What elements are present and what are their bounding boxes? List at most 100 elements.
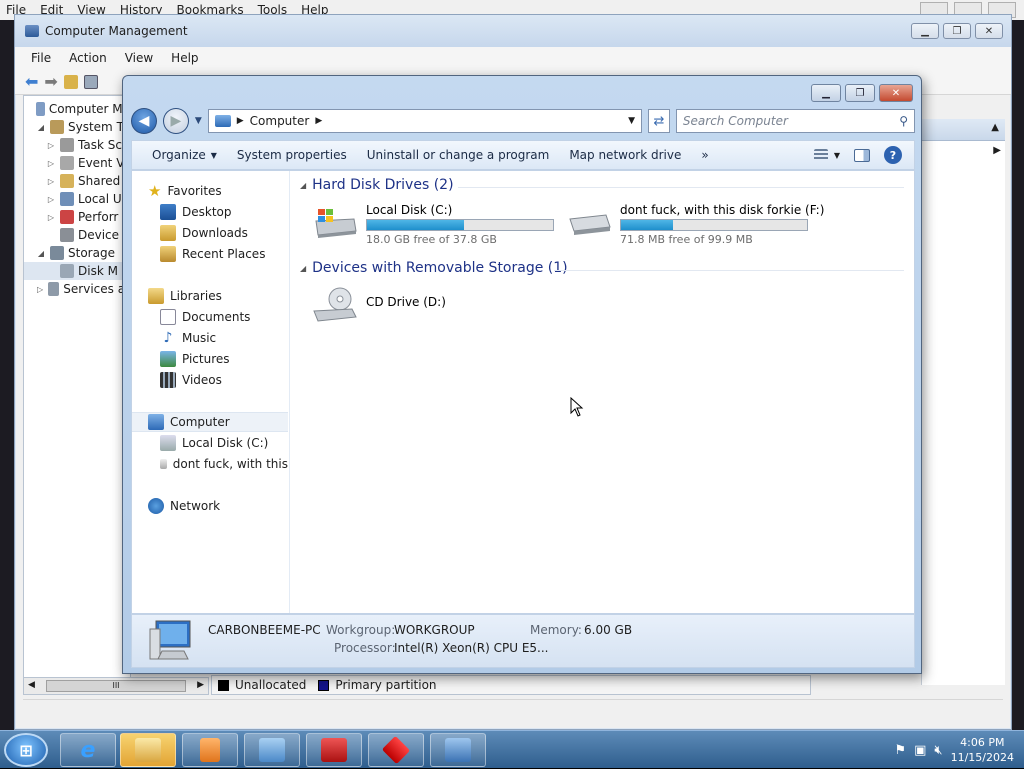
collapse-group-icon-2[interactable]: ◢ [300, 264, 306, 273]
tree-item[interactable]: ▷ Services ar [24, 280, 130, 298]
tree-expander-icon[interactable]: ◢ [36, 249, 46, 258]
collapse-up-icon[interactable]: ▲ [991, 122, 999, 133]
address-dropdown-icon[interactable]: ▼ [628, 116, 635, 126]
tree-item[interactable]: ▷ Shared [24, 172, 130, 190]
cm-menu-view[interactable]: View [125, 51, 153, 65]
volume-muted-icon[interactable]: 🔇︎ [934, 743, 942, 758]
forward-button[interactable]: ▶ [162, 108, 189, 134]
start-button[interactable]: ⊞ [4, 733, 48, 767]
tree-expander-icon[interactable]: ▷ [36, 285, 44, 294]
tree-expander-icon[interactable]: ▷ [46, 159, 56, 168]
cm-title: Computer Management [45, 24, 188, 38]
tree-expander-icon[interactable]: ▷ [46, 195, 56, 204]
uninstall-program-button[interactable]: Uninstall or change a program [357, 141, 560, 169]
cm-close-button[interactable]: ✕ [975, 23, 1003, 39]
drive-item-d[interactable]: CD Drive (D:) [312, 287, 446, 323]
search-icon[interactable]: ⚲ [899, 114, 908, 128]
nav-local-disk-c[interactable]: Local Disk (C:) [132, 433, 288, 453]
taskbar-control-panel[interactable] [244, 733, 300, 767]
tree-item[interactable]: ▷ Local U [24, 190, 130, 208]
address-bar[interactable]: ▶ Computer ▶ ▼ [207, 109, 642, 133]
scroll-left-icon[interactable]: ◀ [28, 680, 35, 690]
search-input[interactable]: Search Computer [683, 114, 788, 128]
breadcrumb-separator-icon-2[interactable]: ▶ [315, 116, 322, 126]
back-arrow-icon[interactable]: ⬅ [25, 72, 38, 91]
drive-item-f[interactable]: dont fuck, with this disk forkie (F:) 71… [566, 203, 824, 246]
taskbar-media-player[interactable] [182, 733, 238, 767]
scroll-thumb[interactable]: III [46, 680, 186, 692]
organize-button[interactable]: Organize ▼ [142, 141, 227, 169]
action-center-flag-icon[interactable]: ⚑ [894, 743, 906, 758]
tree-item[interactable]: Computer Ma [24, 100, 130, 118]
more-commands-button[interactable]: » [691, 141, 718, 169]
drive-item-c[interactable]: Local Disk (C:) 18.0 GB free of 37.8 GB [312, 203, 554, 246]
explorer-close-button[interactable]: ✕ [879, 84, 913, 102]
cm-titlebar[interactable]: Computer Management ▁ ❐ ✕ [15, 15, 1011, 47]
preview-pane-icon[interactable] [854, 148, 870, 162]
taskbar-toolbox[interactable] [306, 733, 362, 767]
cm-tree-hscrollbar[interactable]: ◀ III ▶ [23, 677, 209, 695]
cm-maximize-button[interactable]: ❐ [943, 23, 971, 39]
nav-recent-places[interactable]: Recent Places [132, 244, 288, 264]
cm-actions-header[interactable]: ▲ [921, 119, 1005, 141]
nav-libraries[interactable]: Libraries [132, 286, 288, 306]
tree-item[interactable]: ▷ Event V [24, 154, 130, 172]
tree-node-icon [60, 192, 74, 206]
scroll-right-icon[interactable]: ▶ [197, 680, 204, 690]
group-removable-storage[interactable]: ◢ Devices with Removable Storage (1) [300, 260, 568, 276]
system-properties-button[interactable]: System properties [227, 141, 357, 169]
show-hide-tree-icon[interactable] [83, 74, 98, 89]
more-actions-arrow-icon[interactable]: ▶ [993, 145, 1001, 156]
memory-value: 6.00 GB [584, 623, 633, 637]
tree-expander-icon[interactable]: ▷ [46, 141, 56, 150]
taskbar-internet-explorer[interactable]: e [60, 733, 116, 767]
explorer-maximize-button[interactable]: ❐ [845, 84, 875, 102]
refresh-button[interactable]: ⇄ [648, 109, 670, 133]
tree-expander-icon[interactable]: ◢ [36, 123, 46, 132]
nav-downloads[interactable]: Downloads [132, 223, 288, 243]
nav-videos[interactable]: Videos [132, 370, 288, 390]
tree-item[interactable]: Device [24, 226, 130, 244]
nav-computer[interactable]: Computer [132, 412, 288, 432]
recent-pages-dropdown-icon[interactable]: ▼ [195, 116, 202, 126]
explorer-minimize-button[interactable]: ▁ [811, 84, 841, 102]
change-view-button[interactable]: ▼ [813, 149, 840, 161]
breadcrumb-separator-icon[interactable]: ▶ [237, 116, 244, 126]
nav-disk-f[interactable]: dont fuck, with this [132, 454, 288, 474]
help-icon[interactable]: ? [884, 146, 902, 164]
taskbar-explorer[interactable] [120, 733, 176, 767]
network-tray-icon[interactable]: ▣ [914, 743, 926, 758]
nav-music[interactable]: ♪ Music [132, 328, 288, 348]
nav-desktop[interactable]: Desktop [132, 202, 288, 222]
tree-item[interactable]: ▷ Perforr [24, 208, 130, 226]
taskbar-red-app[interactable] [368, 733, 424, 767]
tree-expander-icon[interactable]: ▷ [46, 213, 56, 222]
cm-menu-file[interactable]: File [31, 51, 51, 65]
tree-item[interactable]: ◢ Storage [24, 244, 130, 262]
nav-favorites[interactable]: ★ Favorites [132, 181, 288, 201]
nav-network[interactable]: Network [132, 496, 288, 516]
map-network-drive-button[interactable]: Map network drive [559, 141, 691, 169]
collapse-group-icon[interactable]: ◢ [300, 181, 306, 190]
tree-item[interactable]: Disk M [24, 262, 130, 280]
up-folder-icon[interactable] [63, 74, 78, 89]
cm-menu-action[interactable]: Action [69, 51, 107, 65]
forward-arrow-icon[interactable]: ➡ [44, 72, 57, 91]
desktop-icon [160, 204, 176, 220]
nav-documents[interactable]: Documents [132, 307, 288, 327]
group-hard-disk-drives[interactable]: ◢ Hard Disk Drives (2) [300, 177, 454, 193]
cm-minimize-button[interactable]: ▁ [911, 23, 939, 39]
taskbar-computer-management[interactable] [430, 733, 486, 767]
breadcrumb-computer[interactable]: Computer [250, 114, 310, 128]
search-box[interactable]: Search Computer ⚲ [675, 109, 915, 133]
cm-menu-help[interactable]: Help [171, 51, 198, 65]
tree-item[interactable]: ▷ Task Sc [24, 136, 130, 154]
clock[interactable]: 4:06 PM 11/15/2024 [951, 735, 1014, 765]
recent-places-icon [160, 246, 176, 262]
tree-expander-icon[interactable]: ▷ [46, 177, 56, 186]
back-button[interactable]: ◀ [131, 108, 157, 134]
nav-pictures[interactable]: Pictures [132, 349, 288, 369]
group-divider [458, 187, 904, 188]
tree-item[interactable]: ◢ System To [24, 118, 130, 136]
downloads-folder-icon [160, 225, 176, 241]
